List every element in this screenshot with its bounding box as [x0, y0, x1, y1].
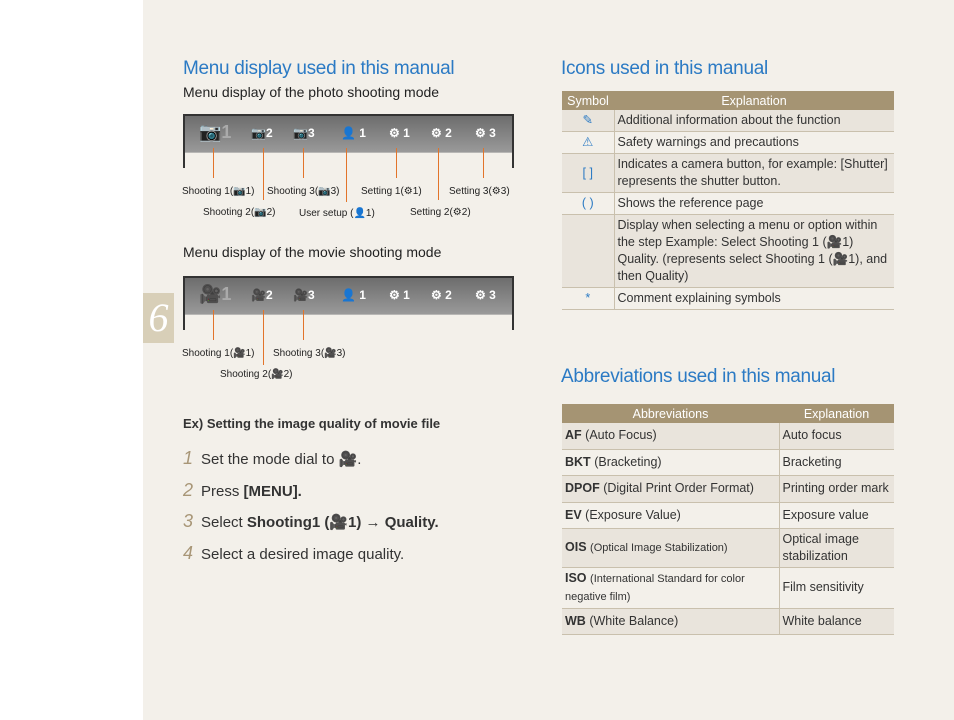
movie-icon: 🎥2 [251, 288, 273, 302]
menu-heading: Menu display used in this manual [183, 58, 455, 79]
label-movie-shooting2: Shooting 2(🎥2) [220, 369, 293, 380]
gear-icon: ⚙ 1 [389, 288, 410, 302]
gear-icon: ⚙ 2 [431, 288, 452, 302]
camera-icon: 📷1 [199, 122, 232, 142]
example-title: Ex) Setting the image quality of movie f… [183, 416, 441, 431]
label-shooting1: Shooting 1(📷1) [182, 186, 255, 197]
gear-icon: ⚙ 3 [475, 288, 496, 302]
label-movie-shooting3: Shooting 3(🎥3) [273, 348, 346, 359]
label-setting1: Setting 1(⚙1) [361, 186, 422, 197]
movie-menu-bar: 🎥1 🎥2 🎥3 👤 1 ⚙ 1 ⚙ 2 ⚙ 3 [183, 276, 514, 330]
label-movie-shooting1: Shooting 1(🎥1) [182, 348, 255, 359]
page-number-tab: 6 [143, 293, 174, 343]
movie-subtitle: Menu display of the movie shooting mode [183, 244, 442, 260]
movie-icon: 🎥3 [293, 288, 315, 302]
photo-menu-bar: 📷1 📷2 📷3 👤 1 ⚙ 1 ⚙ 2 ⚙ 3 [183, 114, 514, 168]
icons-table: Symbol Explanation ✎ Additional informatio… [562, 91, 894, 310]
user-icon: 👤 1 [341, 288, 366, 302]
warning-icon: ⚠ [562, 131, 615, 154]
gear-icon: ⚙ 1 [389, 126, 410, 140]
note-icon: ✎ [562, 110, 615, 132]
abbr-heading: Abbreviations used in this manual [561, 366, 836, 387]
gear-icon: ⚙ 2 [431, 126, 452, 140]
icons-heading: Icons used in this manual [561, 58, 768, 79]
movie-icon: 🎥1 [199, 284, 232, 304]
step-3: 3 Select Shooting1 (🎥1) → Quality. [183, 511, 439, 531]
step-2: 2 Press [MENU]. [183, 480, 302, 500]
abbr-table: Abbreviations Explanation AF (Auto Focus)… [562, 404, 894, 635]
label-shooting2: Shooting 2(📷2) [203, 207, 276, 218]
step-4: 4 Select a desired image quality. [183, 543, 405, 563]
gear-icon: ⚙ 3 [475, 126, 496, 140]
photo-subtitle: Menu display of the photo shooting mode [183, 84, 440, 100]
user-icon: 👤 1 [341, 126, 366, 140]
camera-icon: 📷2 [251, 126, 273, 140]
label-setting3: Setting 3(⚙3) [449, 186, 510, 197]
label-shooting3: Shooting 3(📷3) [267, 186, 340, 197]
label-user-setup: User setup (👤1) [299, 208, 375, 219]
camera-icon: 📷3 [293, 126, 315, 140]
label-setting2: Setting 2(⚙2) [410, 207, 471, 218]
step-1: 1 Set the mode dial to 🎥. [183, 448, 362, 468]
